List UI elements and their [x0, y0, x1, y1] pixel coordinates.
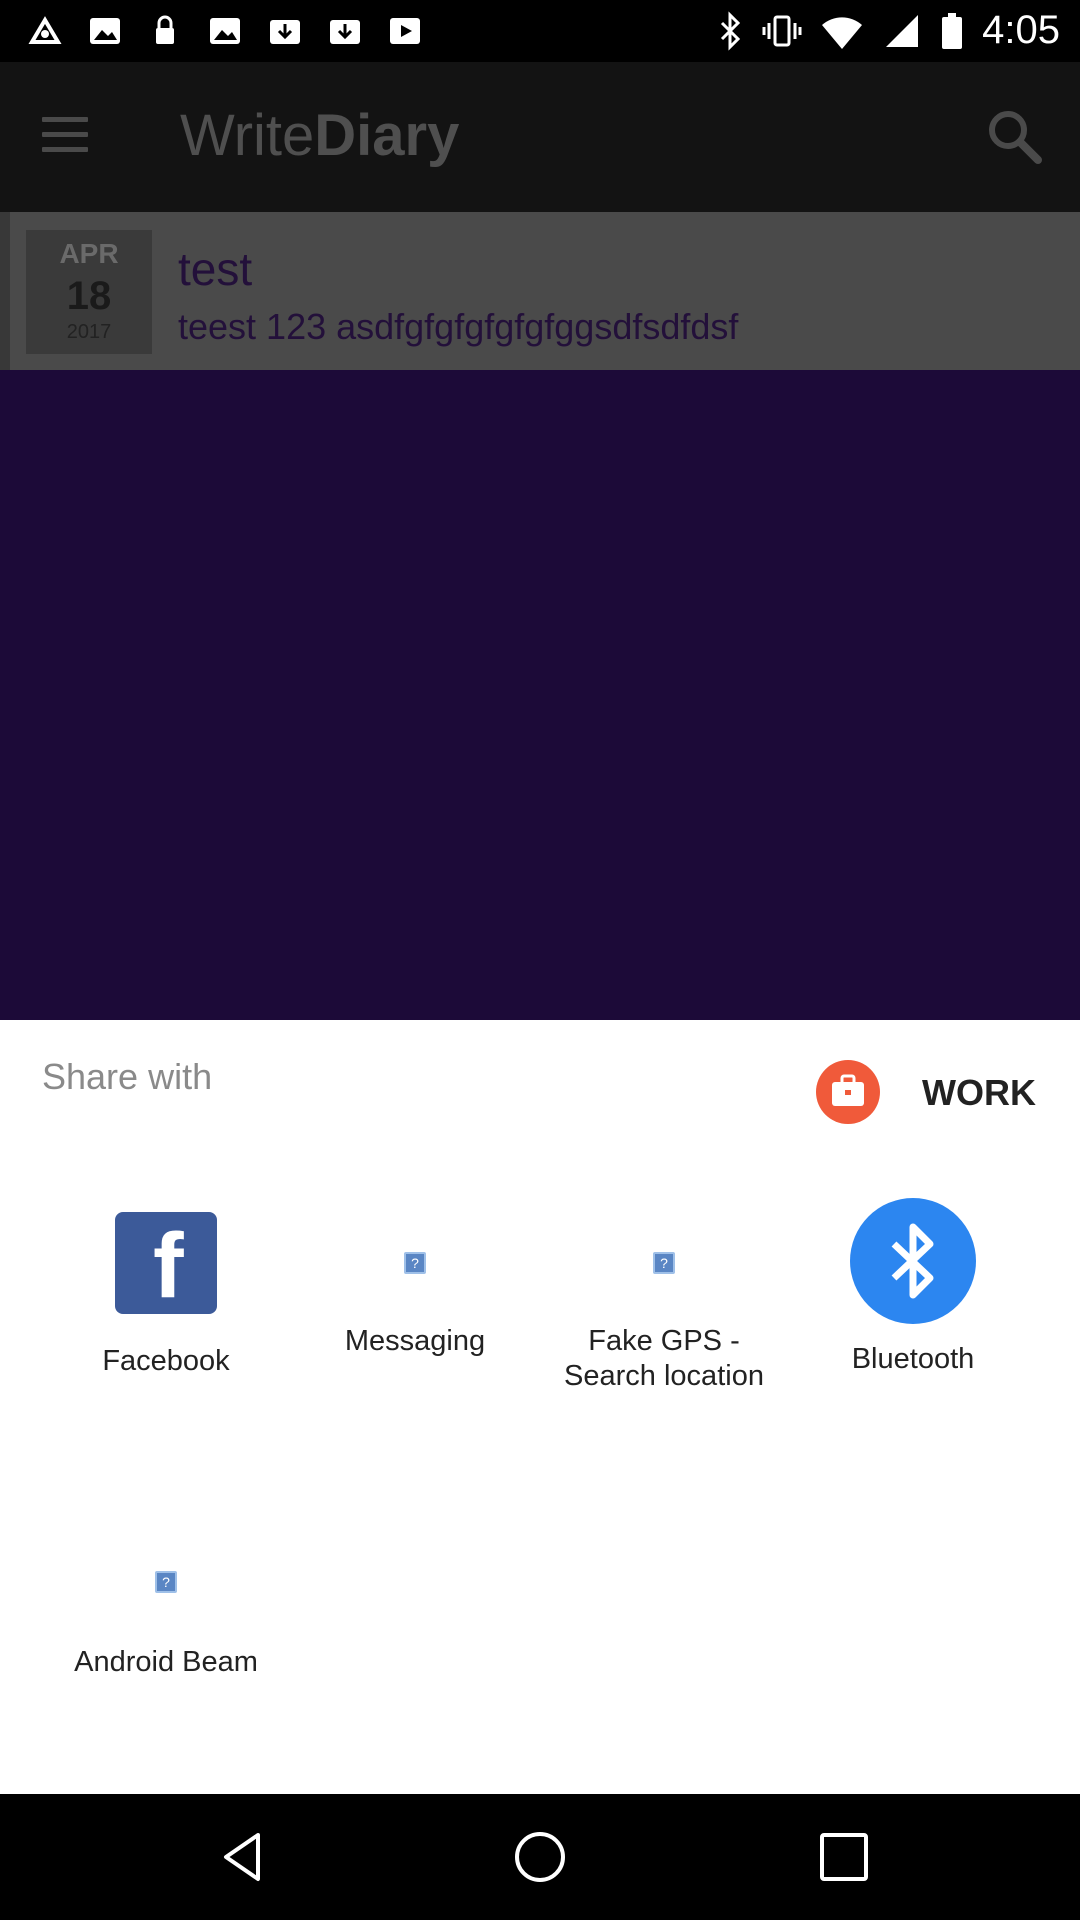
- entry-day: 18: [66, 274, 112, 318]
- share-target-label: Fake GPS - Search location: [564, 1325, 764, 1392]
- battery-icon: [942, 12, 963, 49]
- app-bar: WriteDiary: [0, 62, 1080, 212]
- unknown-app-icon: ?: [155, 1571, 177, 1593]
- notification-icons: [26, 14, 424, 48]
- share-sheet: Share with WORK f Facebook ? Messaging ?…: [0, 1020, 1080, 1794]
- entry-body: teest 123 asdfgfgfgfgfgfggsdfsdfdsf: [178, 306, 739, 347]
- download-icon: [330, 20, 360, 44]
- share-target-android-beam[interactable]: ? Android Beam: [41, 1571, 291, 1680]
- work-profile-tab[interactable]: WORK: [790, 1054, 1080, 1144]
- entry-month: APR: [59, 238, 119, 269]
- dimmed-content[interactable]: [0, 370, 1080, 1020]
- fake-gps-icon: [28, 16, 62, 44]
- cellular-signal-icon: [886, 14, 919, 47]
- status-bar: 4:05: [0, 0, 1080, 62]
- menu-icon[interactable]: [42, 117, 88, 153]
- entry-year: 2017: [66, 321, 112, 343]
- entry-title: test: [178, 243, 253, 295]
- vibrate-icon: [762, 15, 802, 46]
- gallery-icon: [210, 18, 240, 44]
- share-target-bluetooth[interactable]: Bluetooth: [788, 1198, 1038, 1377]
- lock-icon: [156, 15, 174, 44]
- gallery-icon: [90, 18, 120, 44]
- video-icon: [390, 18, 420, 44]
- unknown-app-icon: ?: [404, 1252, 426, 1274]
- app-title: WriteDiary: [180, 102, 459, 169]
- back-icon[interactable]: [214, 1827, 274, 1887]
- share-target-fake-gps[interactable]: ? Fake GPS - Search location: [539, 1252, 789, 1394]
- navigation-bar: [0, 1794, 1080, 1920]
- share-target-label: Messaging: [344, 1325, 486, 1357]
- wifi-icon: [822, 16, 863, 49]
- bluetooth-icon: [721, 10, 741, 51]
- unknown-app-icon: ?: [653, 1252, 675, 1274]
- facebook-icon: f: [115, 1212, 217, 1314]
- system-icons: 4:05: [718, 8, 1060, 53]
- download-icon: [270, 20, 300, 44]
- app-title-write: Write: [180, 103, 315, 168]
- briefcase-icon: [816, 1060, 880, 1124]
- share-target-label: Facebook: [102, 1345, 230, 1377]
- diary-entry[interactable]: APR 18 2017 test teest 123 asdfgfgfgfgfg…: [0, 212, 1080, 370]
- search-icon[interactable]: [984, 106, 1044, 166]
- work-label: WORK: [922, 1072, 1036, 1113]
- app-title-diary: Diary: [314, 103, 460, 168]
- share-target-messaging[interactable]: ? Messaging: [290, 1252, 540, 1359]
- home-icon[interactable]: [510, 1827, 570, 1887]
- share-target-label: Android Beam: [74, 1646, 258, 1678]
- clock: 4:05: [982, 8, 1060, 52]
- recents-icon[interactable]: [814, 1827, 874, 1887]
- entry-date: APR 18 2017: [26, 230, 152, 354]
- entry-accent: [0, 212, 10, 370]
- share-target-label: Bluetooth: [851, 1343, 975, 1375]
- share-title: Share with: [42, 1056, 213, 1097]
- bluetooth-icon: [850, 1198, 976, 1324]
- share-target-facebook[interactable]: f Facebook: [41, 1212, 291, 1379]
